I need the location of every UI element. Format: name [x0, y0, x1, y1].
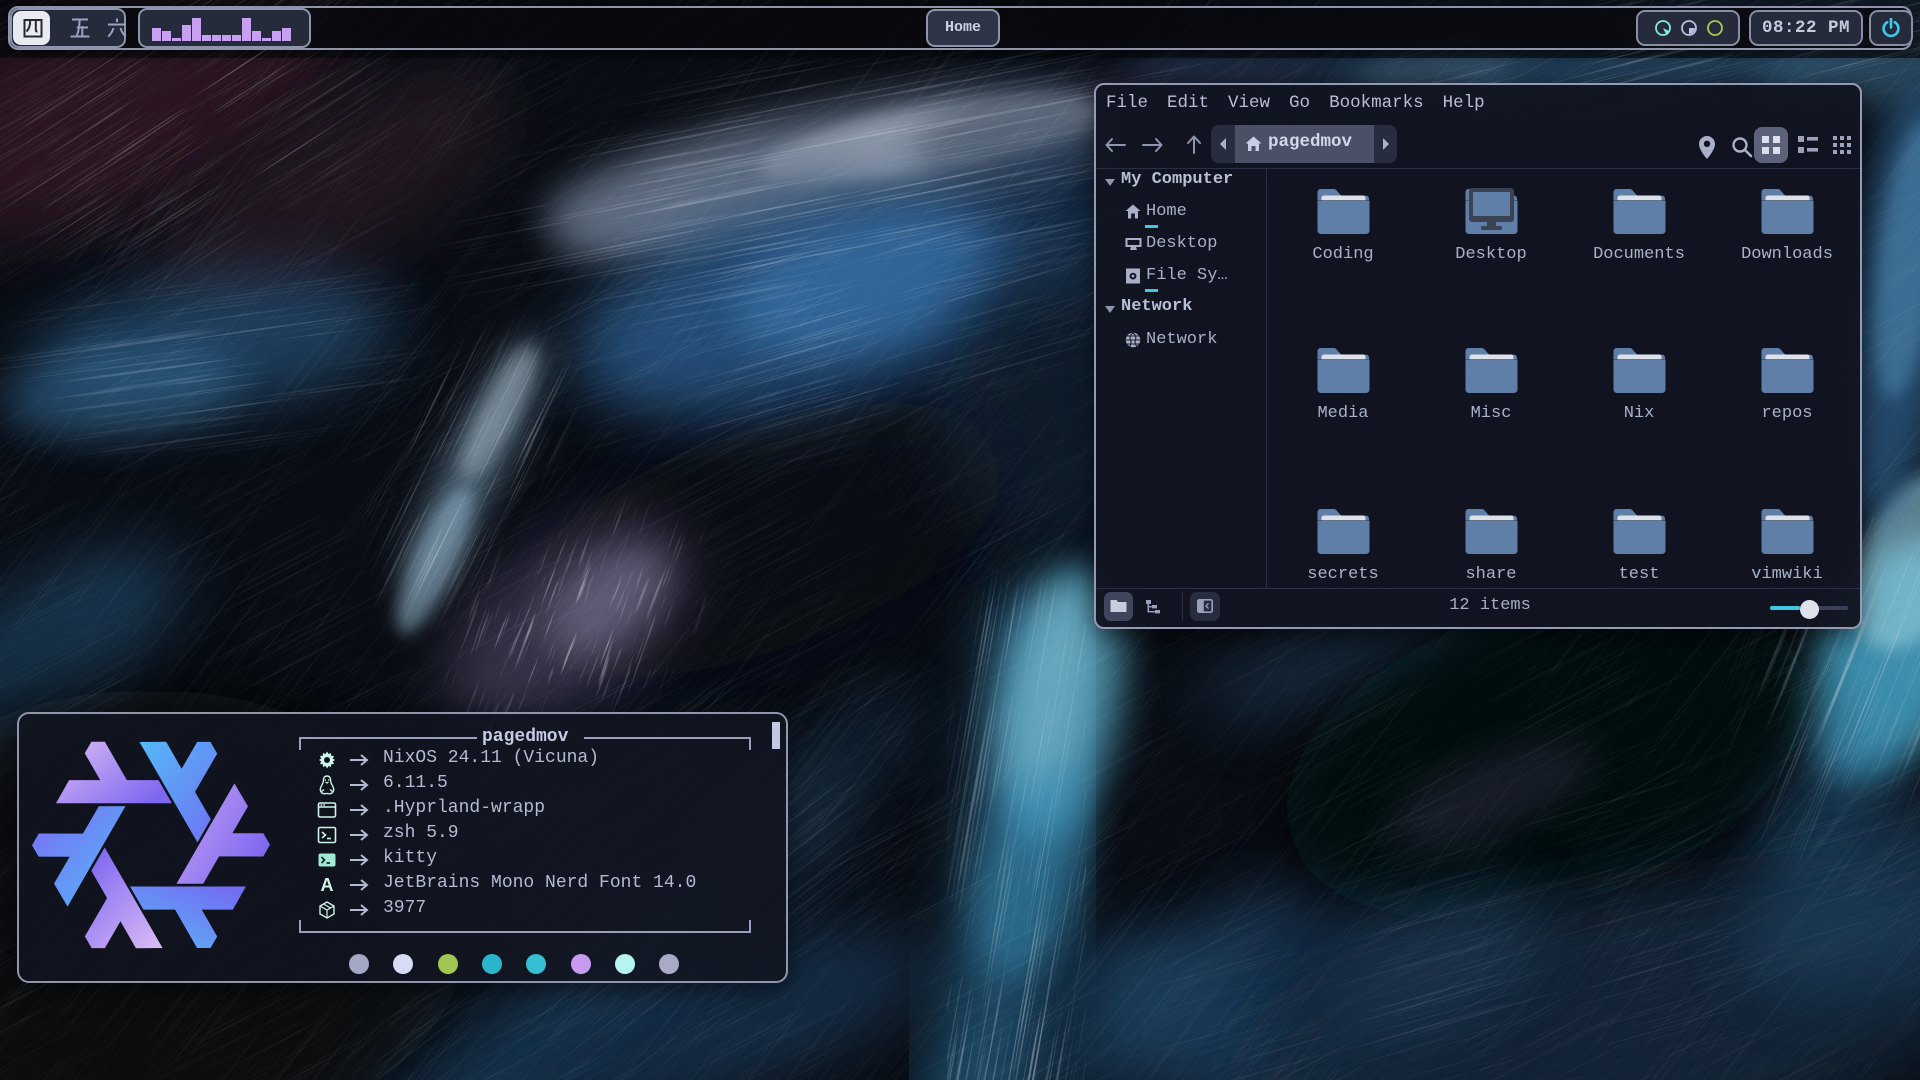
svg-text:A: A	[321, 875, 334, 895]
